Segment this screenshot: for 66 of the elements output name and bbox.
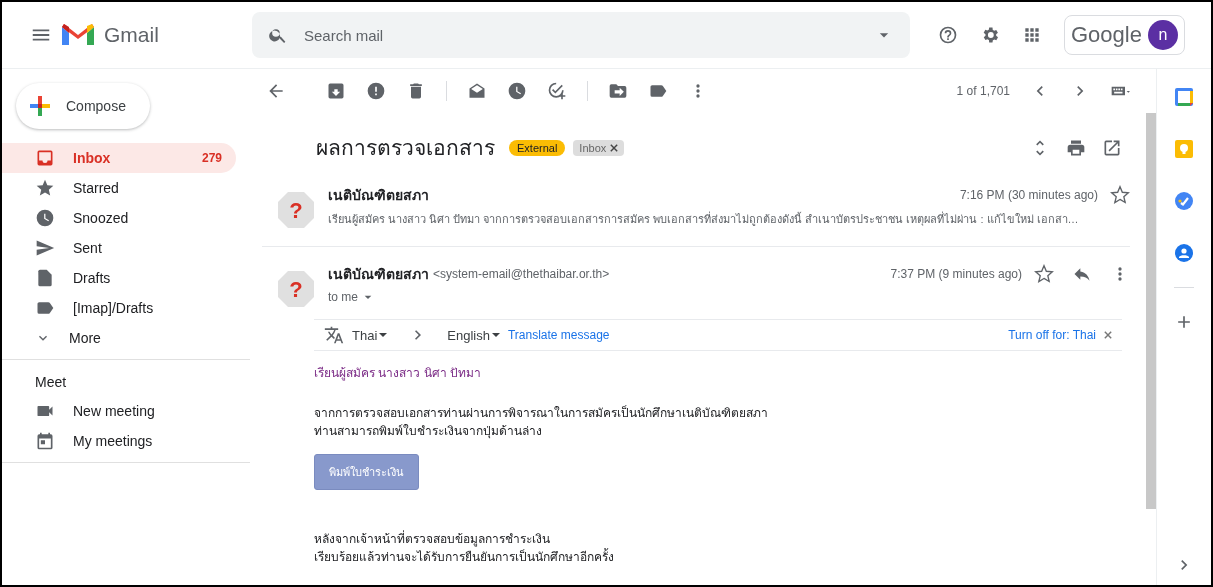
calendar-app-icon[interactable] xyxy=(1174,87,1194,107)
body-text: ท่านสามารถพิมพ์ใบชำระเงินจากปุ่มด้านล่าง xyxy=(314,423,543,440)
body-text: จากการตรวจสอบเอกสารท่านผ่านการพิจารณาในการสมัครเป็นนักศึกษาเนติบัณฑิตยสภา xyxy=(314,404,769,422)
app-name: Gmail xyxy=(104,23,159,47)
message-snippet[interactable]: เรียนผู้สมัคร นางสาว นิศา ปัทมา จากการตรวจสอบเอกสารการสมัคร พบเอกสารที่ส่งมาไม่ถูกต้องดังนี้ สำเนาบัตรประชาชน เหตุผลที่ไม่ผ่าน : แก้ไขใหม่ เอกสา… xyxy=(328,210,1130,228)
sidebar-item[interactable]: Starred xyxy=(2,173,236,203)
greeting-text: เรียนผู้สมัคร นางสาว นิศา ปัทมา xyxy=(314,365,482,382)
star-icon[interactable] xyxy=(1034,264,1054,284)
sidebar-item[interactable]: [Imap]/Drafts xyxy=(2,293,236,323)
label-tag[interactable]: Inbox xyxy=(573,139,625,156)
body-text: เรียบร้อยแล้วท่านจะได้รับการยืนยันการเป็นนักศึกษาอีกครั้ง xyxy=(314,548,615,566)
star-icon[interactable] xyxy=(1110,185,1130,205)
compose-button[interactable]: Compose xyxy=(16,83,150,129)
recipient-label: to me xyxy=(328,290,358,304)
brand-name: Google xyxy=(1071,22,1142,48)
sidebar-item[interactable]: More xyxy=(2,323,236,353)
message-time: 7:16 PM (30 minutes ago) xyxy=(959,188,1098,202)
caret-down-icon xyxy=(491,333,500,337)
search-bar[interactable]: Search mail xyxy=(252,12,910,58)
email-subject: ผลการตรวจเอกสาร xyxy=(316,135,495,161)
message-time: 7:37 PM (9 minutes ago) xyxy=(890,267,1022,281)
calendar-icon xyxy=(35,431,55,451)
inbox-icon xyxy=(35,148,55,168)
send-icon xyxy=(35,238,55,258)
search-field[interactable]: Search mail xyxy=(302,25,860,45)
help-icon[interactable] xyxy=(938,25,958,45)
body-text: หลังจากเจ้าหน้าที่ตรวจสอบข้อมูลการชำระเงิน xyxy=(314,530,551,548)
plus-icon xyxy=(28,94,52,118)
source-language-dropdown[interactable]: Thai xyxy=(352,327,388,343)
message-counter: 1 of 1,701 xyxy=(956,84,1010,98)
clock-icon xyxy=(35,208,55,228)
sidebar-item[interactable]: Inbox 279 xyxy=(2,143,236,173)
star-icon xyxy=(35,178,55,198)
alert-icon[interactable] xyxy=(366,81,386,101)
sender-name: เนติบัณฑิตยสภา xyxy=(328,186,429,205)
sender-name: เนติบัณฑิตยสภา xyxy=(328,265,429,284)
sidebar-item[interactable]: Sent xyxy=(2,233,236,263)
close-icon[interactable] xyxy=(1104,331,1112,339)
close-icon[interactable] xyxy=(610,143,619,152)
sidebar-item[interactable]: Snoozed xyxy=(2,203,236,233)
contacts-app-icon[interactable] xyxy=(1174,243,1194,263)
unknown-sender-avatar: ? xyxy=(276,269,316,309)
sidebar-item[interactable]: Drafts xyxy=(2,263,236,293)
archive-icon[interactable] xyxy=(326,81,346,101)
apps-grid-icon[interactable] xyxy=(1022,25,1042,45)
turn-off-translation-link[interactable]: Turn off for: Thai xyxy=(1008,328,1096,342)
folder-arrow-icon[interactable] xyxy=(608,81,628,101)
sidebar-item[interactable]: My meetings xyxy=(2,426,236,456)
check-circle-plus-icon[interactable] xyxy=(547,81,567,101)
envelope-open-icon[interactable] xyxy=(467,81,487,101)
scrollbar[interactable] xyxy=(1146,113,1156,509)
tasks-app-icon[interactable] xyxy=(1174,191,1194,211)
envelope-logo-icon xyxy=(62,23,94,47)
section-heading: Meet xyxy=(34,373,68,392)
sender-email: <system-email@thethaibar.or.th> xyxy=(433,267,610,281)
file-icon xyxy=(35,268,55,288)
sidebar-item[interactable]: New meeting xyxy=(2,396,236,426)
caret-down-icon xyxy=(379,333,388,337)
translate-message-link[interactable]: Translate message xyxy=(507,328,610,342)
external-tag: External xyxy=(509,139,566,156)
chevron-right-icon xyxy=(415,330,422,340)
account-avatar[interactable]: n xyxy=(1147,20,1178,50)
unknown-sender-avatar: ? xyxy=(276,190,316,230)
translate-icon[interactable] xyxy=(324,325,344,345)
clock-icon[interactable] xyxy=(507,81,527,101)
target-language-dropdown[interactable]: English xyxy=(447,327,500,343)
